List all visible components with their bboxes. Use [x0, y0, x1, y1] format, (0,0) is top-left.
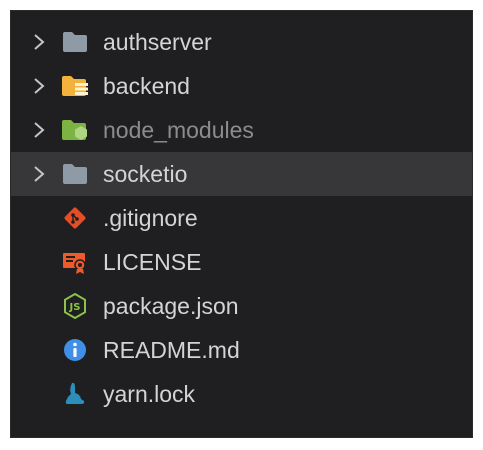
folder-icon [61, 152, 89, 196]
tree-item-label: LICENSE [103, 249, 202, 275]
tree-item-authserver[interactable]: authserver [11, 20, 472, 64]
tree-item-label: socketio [103, 161, 188, 187]
tree-item-label: authserver [103, 29, 212, 55]
chevron-right-icon[interactable] [29, 64, 49, 108]
tree-item-gitignore[interactable]: .gitignore [11, 196, 472, 240]
file-tree: authserver backend node_modules socketio… [11, 20, 472, 416]
chevron-right-icon[interactable] [29, 20, 49, 64]
tree-item-backend[interactable]: backend [11, 64, 472, 108]
git-icon [61, 196, 89, 240]
folder-backend-icon [61, 64, 89, 108]
svg-text:JS: JS [69, 302, 81, 313]
tree-item-label: package.json [103, 293, 239, 319]
tree-item-readme[interactable]: README.md [11, 328, 472, 372]
license-icon [61, 240, 89, 284]
info-icon [61, 328, 89, 372]
tree-item-license[interactable]: LICENSE [11, 240, 472, 284]
tree-item-label: README.md [103, 337, 240, 363]
nodejs-icon: JS [61, 284, 89, 328]
tree-item-label: .gitignore [103, 205, 198, 231]
folder-node-icon [61, 108, 89, 152]
tree-item-socketio[interactable]: socketio [11, 152, 472, 196]
tree-item-package-json[interactable]: JS package.json [11, 284, 472, 328]
yarn-icon [61, 372, 89, 416]
tree-item-label: yarn.lock [103, 381, 196, 407]
chevron-right-icon[interactable] [29, 108, 49, 152]
tree-item-label: node_modules [103, 117, 254, 143]
tree-item-label: backend [103, 73, 190, 99]
tree-item-node-modules[interactable]: node_modules [11, 108, 472, 152]
chevron-right-icon[interactable] [29, 152, 49, 196]
file-explorer: authserver backend node_modules socketio… [10, 10, 473, 438]
tree-item-yarn-lock[interactable]: yarn.lock [11, 372, 472, 416]
folder-icon [61, 20, 89, 64]
